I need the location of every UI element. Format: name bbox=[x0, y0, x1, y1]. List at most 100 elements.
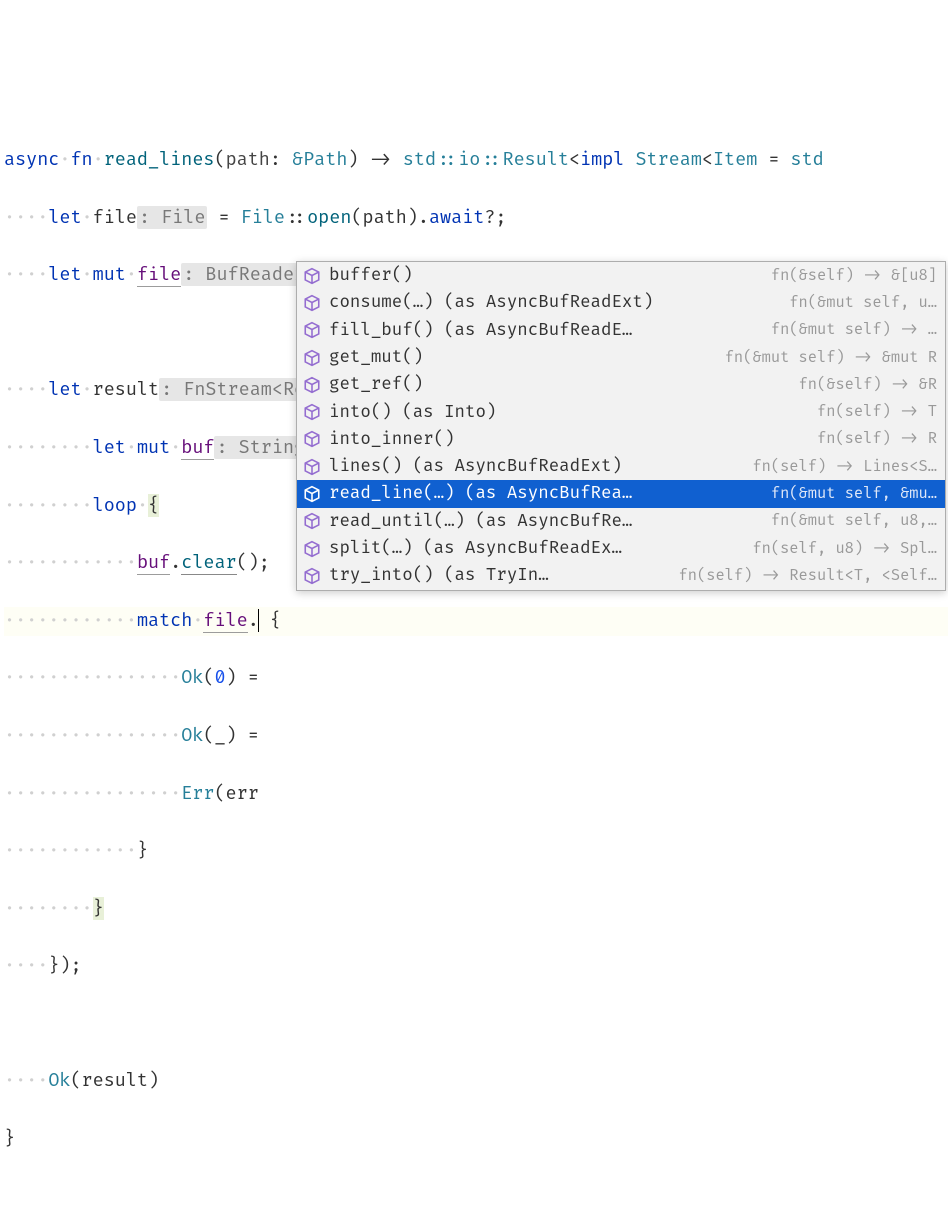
keyword-let: let bbox=[93, 436, 126, 459]
enum-ok: Ok bbox=[181, 724, 203, 747]
completion-popup[interactable]: buffer() fn(&self) -> &[u8]consume(…) (as… bbox=[296, 261, 946, 591]
arrow: = bbox=[237, 666, 259, 689]
type-stream: Stream bbox=[635, 148, 701, 171]
keyword-await: await bbox=[429, 206, 484, 229]
completion-item[interactable]: into_inner() fn(self) -> R bbox=[297, 426, 945, 453]
keyword-impl: impl bbox=[580, 148, 624, 171]
brace-close: } bbox=[137, 839, 148, 862]
completion-type: fn(&mut self, u8,… bbox=[771, 509, 937, 533]
code-line: ········} bbox=[4, 895, 948, 924]
keyword-fn: fn bbox=[70, 148, 92, 171]
completion-item[interactable]: get_mut()fn(&mut self) -> &mut R bbox=[297, 344, 945, 371]
fn-open: open bbox=[307, 206, 351, 229]
completion-item[interactable]: read_line(…) (as AsyncBufRea… fn(&mut sel… bbox=[297, 480, 945, 507]
param-path: path bbox=[226, 148, 270, 171]
completion-label: get_mut() bbox=[329, 344, 715, 371]
method-icon bbox=[303, 430, 321, 448]
code-line: async·fn·read_lines(path: &Path) -> std:… bbox=[4, 146, 948, 175]
completion-label: into_inner() bbox=[329, 426, 807, 453]
method-icon bbox=[303, 567, 321, 585]
keyword-match: match bbox=[137, 609, 192, 632]
brace-open: { bbox=[148, 494, 159, 517]
completion-type: fn(&mut self, u… bbox=[789, 291, 937, 315]
completion-label: fill_buf() (as AsyncBufReadE… bbox=[329, 317, 761, 344]
completion-type: fn(&mut self, &mu… bbox=[771, 482, 937, 506]
completion-label: buffer() bbox=[329, 262, 761, 289]
completion-item[interactable]: get_ref()fn(&self) -> &R bbox=[297, 371, 945, 398]
code-line: ············} bbox=[4, 837, 948, 866]
code-line bbox=[4, 1010, 948, 1039]
completion-label: read_line(…) (as AsyncBufRea… bbox=[329, 480, 761, 507]
code-line-current: ············match·file. { bbox=[4, 607, 948, 636]
var-buf: buf bbox=[181, 436, 214, 460]
brace-close: } bbox=[93, 897, 104, 920]
completion-label: get_ref() bbox=[329, 371, 789, 398]
method-icon bbox=[303, 458, 321, 476]
var-file: file bbox=[93, 206, 137, 229]
completion-item[interactable]: try_into() (as TryIn… fn(self) -> Result<… bbox=[297, 562, 945, 589]
var-buf: buf bbox=[137, 551, 170, 575]
method-icon bbox=[303, 376, 321, 394]
method-icon bbox=[303, 485, 321, 503]
enum-ok: Ok bbox=[48, 1069, 70, 1092]
completion-item[interactable]: split(…) (as AsyncBufReadEx…fn(self, u8)… bbox=[297, 535, 945, 562]
brace: { bbox=[259, 609, 281, 632]
keyword-mut: mut bbox=[93, 263, 126, 286]
arg-path: path bbox=[363, 206, 407, 229]
completion-type: fn(self) -> T bbox=[817, 400, 937, 424]
completion-item[interactable]: buffer() fn(&self) -> &[u8] bbox=[297, 262, 945, 289]
fn-clear: clear bbox=[181, 551, 236, 575]
brace-close: } bbox=[4, 1127, 15, 1150]
code-line: ····}); bbox=[4, 952, 948, 981]
completion-item[interactable]: fill_buf() (as AsyncBufReadE… fn(&mut sel… bbox=[297, 317, 945, 344]
lit-zero: 0 bbox=[214, 666, 225, 689]
code-line: ················Ok(0) = bbox=[4, 664, 948, 693]
method-icon bbox=[303, 321, 321, 339]
completion-label: read_until(…) (as AsyncBufRe… bbox=[329, 508, 761, 535]
completion-type: fn(self) -> R bbox=[817, 427, 937, 451]
completion-item[interactable]: into() (as Into)fn(self) -> T bbox=[297, 398, 945, 425]
completion-type: fn(self) -> Lines<S… bbox=[752, 455, 937, 479]
inlay-hint: : String bbox=[214, 436, 307, 459]
enum-err: Err bbox=[181, 782, 214, 805]
keyword-let: let bbox=[48, 263, 81, 286]
arrow: -> bbox=[359, 148, 403, 171]
var-file-mut: file bbox=[137, 263, 181, 287]
var-result: result bbox=[93, 378, 159, 401]
completion-label: try_into() (as TryIn… bbox=[329, 562, 669, 589]
type-path: &Path bbox=[292, 148, 347, 171]
method-icon bbox=[303, 349, 321, 367]
type-file: File bbox=[241, 206, 285, 229]
completion-item[interactable]: lines() (as AsyncBufReadExt) fn(self) -> … bbox=[297, 453, 945, 480]
completion-item[interactable]: consume(…) (as AsyncBufReadExt) fn(&mut s… bbox=[297, 289, 945, 316]
fn-name: read_lines bbox=[104, 148, 215, 171]
inlay-hint: : File bbox=[137, 206, 207, 229]
type-item: Item bbox=[713, 148, 757, 171]
underscore: _ bbox=[214, 724, 225, 747]
keyword-let: let bbox=[48, 206, 81, 229]
type-result: std::io::Result bbox=[403, 148, 569, 171]
completion-label: split(…) (as AsyncBufReadEx… bbox=[329, 535, 742, 562]
method-icon bbox=[303, 294, 321, 312]
enum-ok: Ok bbox=[181, 666, 203, 689]
method-icon bbox=[303, 403, 321, 421]
var-file: file bbox=[203, 609, 247, 633]
method-icon bbox=[303, 512, 321, 530]
completion-label: lines() (as AsyncBufReadExt) bbox=[329, 453, 742, 480]
close-paren: }); bbox=[48, 954, 81, 977]
code-line: ················Err(err bbox=[4, 780, 948, 809]
method-icon bbox=[303, 267, 321, 285]
code-line: } bbox=[4, 1125, 948, 1154]
keyword-loop: loop bbox=[93, 494, 137, 517]
completion-label: consume(…) (as AsyncBufReadExt) bbox=[329, 289, 779, 316]
completion-item[interactable]: read_until(…) (as AsyncBufRe… fn(&mut sel… bbox=[297, 508, 945, 535]
completion-type: fn(&self) -> &[u8] bbox=[771, 264, 937, 288]
eq: = bbox=[207, 206, 240, 229]
method-icon bbox=[303, 540, 321, 558]
keyword-mut: mut bbox=[137, 436, 170, 459]
completion-type: fn(&mut self) -> … bbox=[771, 318, 937, 342]
type-std: std bbox=[791, 148, 824, 171]
completion-type: fn(self) -> Result<T, <Self… bbox=[679, 564, 937, 588]
var-err: err bbox=[226, 782, 259, 805]
code-line: ················Ok(_) = bbox=[4, 722, 948, 751]
